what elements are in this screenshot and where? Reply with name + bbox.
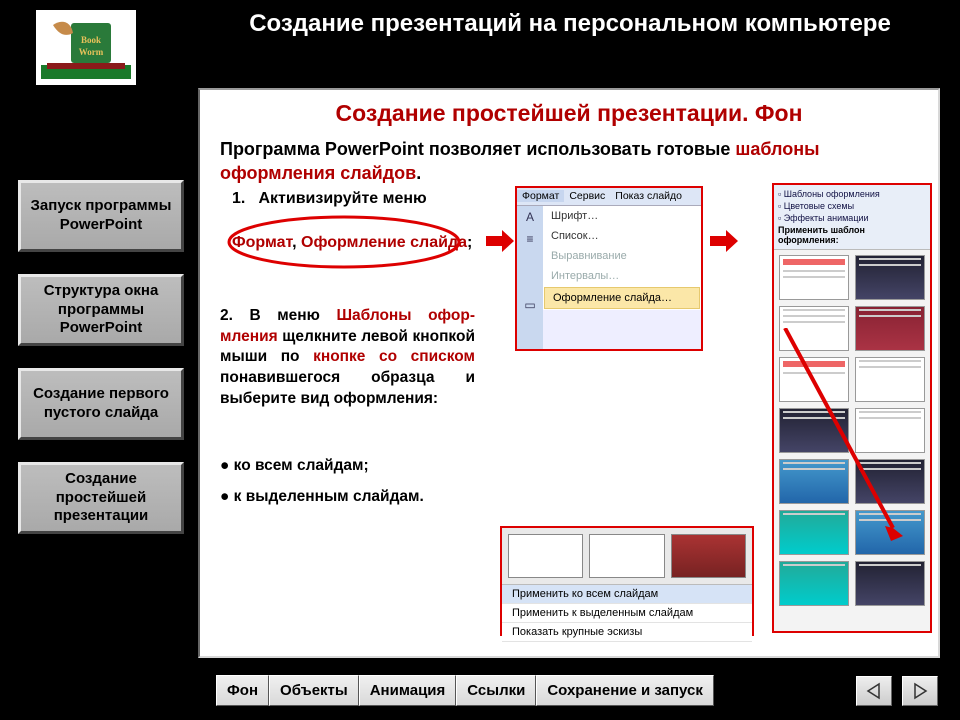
sidebar-item-label: Структура окна программы PowerPoint <box>21 282 181 338</box>
nav-arrows <box>856 676 938 706</box>
sidebar-item-launch[interactable]: Запуск программы PowerPoint <box>18 180 184 252</box>
intro-text: Программа PowerPoint позволяет использов… <box>200 133 938 188</box>
step-1: 1. Активизируйте меню Формат, Оформление… <box>232 188 502 255</box>
tab-save-run[interactable]: Сохранение и запуск <box>536 675 714 706</box>
design-icon: ▭ <box>517 294 543 316</box>
tab-links[interactable]: Ссылки <box>456 675 536 706</box>
bottom-tabs: Фон Объекты Анимация Ссылки Сохранение и… <box>216 675 714 706</box>
tab-animation[interactable]: Анимация <box>359 675 457 706</box>
arrow-right-icon <box>710 230 738 252</box>
bullet-list: ● ко всем слайдам; ● к выделенным слайда… <box>220 450 480 512</box>
content-panel: Создание простейшей презентации. Фон Про… <box>198 88 940 658</box>
sidebar-item-label: Создание первого пустого слайда <box>21 385 181 423</box>
page-title: Создание презентаций на персональном ком… <box>200 8 940 39</box>
list-icon: ≡ <box>517 228 543 250</box>
sidebar-item-label: Создание простейшей презентации <box>21 470 181 526</box>
next-button[interactable] <box>902 676 938 706</box>
screenshot-format-menu: Формат Сервис Показ слайдо A ≡ ▭ Шрифт… … <box>515 186 703 351</box>
sidebar-item-simple-presentation[interactable]: Создание простейшей презентации <box>18 462 184 534</box>
sidebar-item-label: Запуск программы PowerPoint <box>21 197 181 235</box>
tab-objects[interactable]: Объекты <box>269 675 359 706</box>
section-title: Создание простейшей презентации. Фон <box>200 90 938 133</box>
triangle-right-icon <box>911 682 929 700</box>
svg-text:Worm: Worm <box>79 47 104 57</box>
prev-button[interactable] <box>856 676 892 706</box>
logo-image: Book Worm <box>36 10 136 85</box>
triangle-left-icon <box>865 682 883 700</box>
screenshot-context-menu: Применить ко всем слайдам Применить к вы… <box>500 526 754 636</box>
step-2: 2. В меню Шаблоны офор-мления щелкните л… <box>220 306 475 411</box>
tab-background[interactable]: Фон <box>216 675 269 706</box>
arrow-diagonal-icon <box>775 328 905 548</box>
font-icon: A <box>517 206 543 228</box>
sidebar: Запуск программы PowerPoint Структура ок… <box>18 180 184 556</box>
arrow-right-icon <box>486 230 514 252</box>
sidebar-item-structure[interactable]: Структура окна программы PowerPoint <box>18 274 184 346</box>
svg-text:Book: Book <box>81 35 101 45</box>
sidebar-item-first-slide[interactable]: Создание первого пустого слайда <box>18 368 184 440</box>
